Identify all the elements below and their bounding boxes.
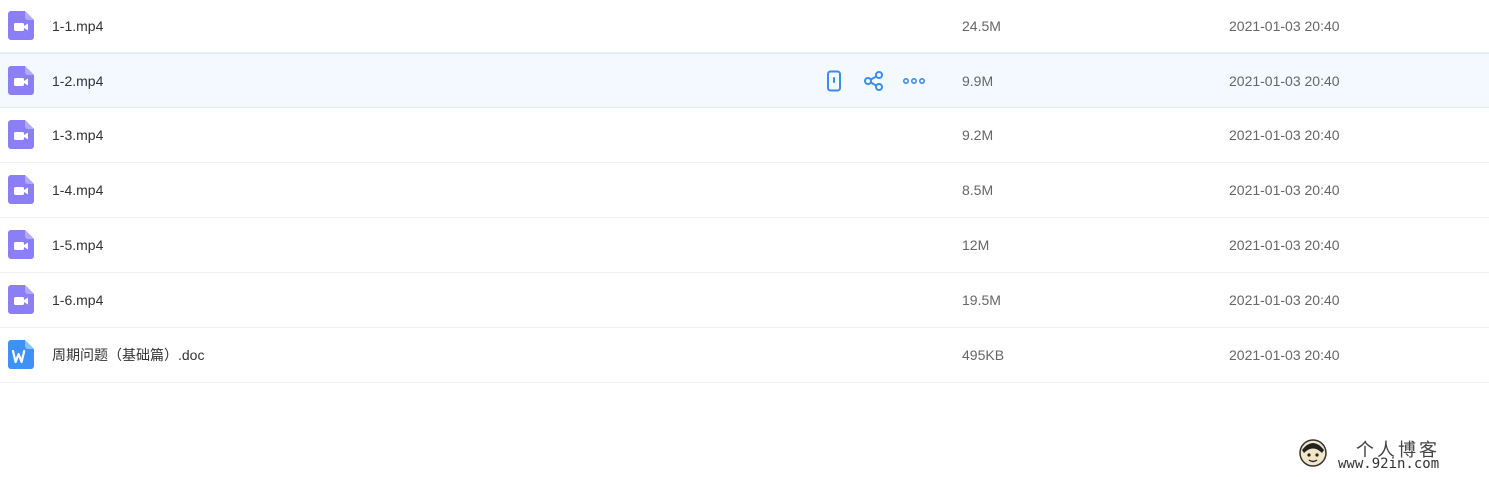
file-size: 9.2M: [962, 127, 994, 143]
file-size: 24.5M: [962, 18, 1001, 34]
file-date: 2021-01-03 20:40: [1229, 127, 1340, 143]
file-row[interactable]: 1-5.mp4 12M 2021-01-03 20:40: [0, 218, 1489, 273]
file-date: 2021-01-03 20:40: [1229, 18, 1340, 34]
phone-icon: [827, 70, 841, 91]
file-size: 19.5M: [962, 292, 1001, 308]
more-button[interactable]: [902, 69, 926, 93]
file-name[interactable]: 1-4.mp4: [52, 182, 103, 198]
share-button[interactable]: [862, 69, 886, 93]
file-row[interactable]: 1-3.mp4 9.2M 2021-01-03 20:40: [0, 108, 1489, 163]
file-date: 2021-01-03 20:40: [1229, 292, 1340, 308]
file-size: 8.5M: [962, 182, 994, 198]
video-file-icon: [8, 11, 34, 40]
file-name[interactable]: 1-3.mp4: [52, 127, 103, 143]
file-row[interactable]: 1-1.mp4 24.5M 2021-01-03 20:40: [0, 0, 1489, 53]
file-name[interactable]: 1-1.mp4: [52, 18, 103, 34]
file-size: 495KB: [962, 347, 1005, 363]
file-date: 2021-01-03 20:40: [1229, 182, 1340, 198]
file-list: 1-1.mp4 24.5M 2021-01-03 20:40 1-2.mp4 9…: [0, 0, 1489, 383]
file-name[interactable]: 1-2.mp4: [52, 73, 103, 89]
video-file-icon: [8, 230, 34, 259]
share-icon: [864, 70, 883, 91]
file-name[interactable]: 1-6.mp4: [52, 292, 103, 308]
watermark-url: www.92in.com: [1338, 456, 1440, 472]
file-row[interactable]: 周期问题（基础篇）.doc 495KB 2021-01-03 20:40: [0, 328, 1489, 383]
video-file-icon: [8, 65, 34, 95]
word-file-icon: [8, 340, 34, 369]
more-icon: [903, 77, 925, 84]
file-size: 9.9M: [962, 72, 994, 89]
video-file-icon: [8, 175, 34, 204]
row-actions: [822, 69, 942, 93]
file-row[interactable]: 1-2.mp4 9.9M 2021-01-03 20:40: [0, 53, 1489, 108]
file-date: 2021-01-03 20:40: [1229, 347, 1340, 363]
send-to-phone-button[interactable]: [822, 69, 846, 93]
file-name[interactable]: 周期问题（基础篇）.doc: [52, 345, 204, 365]
video-file-icon: [8, 120, 34, 149]
file-name[interactable]: 1-5.mp4: [52, 237, 103, 253]
watermark: 个人博客 www.92in.com: [1296, 436, 1476, 472]
file-row[interactable]: 1-4.mp4 8.5M 2021-01-03 20:40: [0, 163, 1489, 218]
video-file-icon: [8, 285, 34, 314]
file-size: 12M: [962, 237, 990, 253]
file-row[interactable]: 1-6.mp4 19.5M 2021-01-03 20:40: [0, 273, 1489, 328]
file-date: 2021-01-03 20:40: [1229, 237, 1340, 253]
avatar-icon: [1299, 439, 1327, 467]
file-date: 2021-01-03 20:40: [1229, 72, 1340, 89]
